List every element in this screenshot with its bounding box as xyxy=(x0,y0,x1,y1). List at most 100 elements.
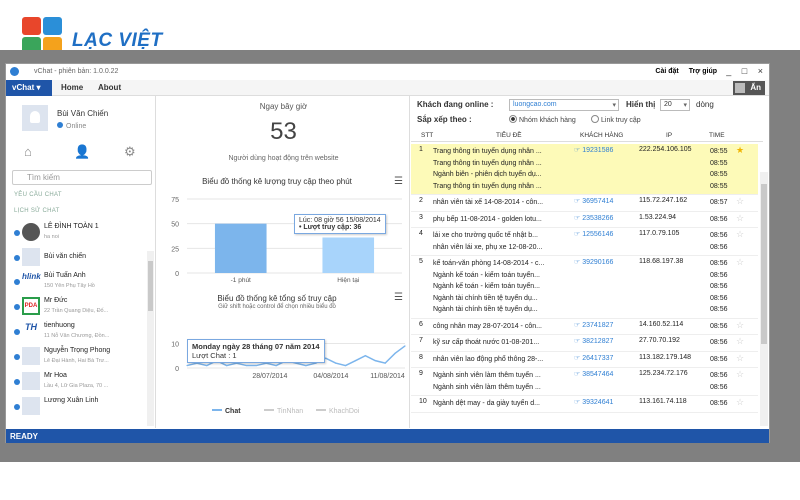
star-icon[interactable]: ☆ xyxy=(736,229,744,240)
customer-id[interactable]: 39324641 xyxy=(582,399,613,406)
contacts-scrollbar[interactable] xyxy=(147,251,154,426)
star-icon[interactable]: ☆ xyxy=(736,196,744,207)
title-line[interactable]: Ngành dệt may - da giày tuyển d... xyxy=(433,398,571,410)
star-icon[interactable]: ☆ xyxy=(736,257,744,268)
star-icon[interactable]: ☆ xyxy=(736,336,744,347)
scroll-thumb[interactable] xyxy=(148,261,153,311)
customer-id[interactable]: 23741827 xyxy=(582,322,613,329)
vchat-menu-button[interactable]: vChat ▾ xyxy=(6,80,52,96)
title-line[interactable]: kỹ sư cấp thoát nước 01-08-201... xyxy=(433,337,571,349)
col-title[interactable]: TIÊU ĐỀ xyxy=(496,132,522,139)
table-row[interactable]: 6 công nhân may 28-07-2014 - côn... 237418… xyxy=(411,319,758,335)
minimize-icon[interactable]: _ xyxy=(726,66,731,76)
cell-customer[interactable]: 19231586 xyxy=(574,146,640,154)
title-line[interactable]: nhân viên lái xe, phụ xe 12-08-20... xyxy=(433,242,571,254)
table-row[interactable]: 10 Ngành dệt may - da giày tuyển d... 3932… xyxy=(411,396,758,413)
customer-id[interactable]: 36957414 xyxy=(582,198,613,205)
star-icon[interactable]: ★ xyxy=(736,145,744,156)
title-line[interactable]: Ngành kế toán - kiểm toán tuyển... xyxy=(433,270,571,282)
title-line[interactable]: công nhân may 28-07-2014 - côn... xyxy=(433,321,571,333)
customer-id[interactable]: 39290166 xyxy=(582,259,613,266)
contact-item[interactable]: Lương Xuân Linh xyxy=(6,394,146,418)
table-row[interactable]: 1 Trang thông tin tuyển dụng nhân ... Tran… xyxy=(411,144,758,195)
scroll-thumb[interactable] xyxy=(761,184,767,344)
cell-customer[interactable]: 23538266 xyxy=(574,214,640,222)
menu-about[interactable]: About xyxy=(98,83,121,92)
star-icon[interactable]: ☆ xyxy=(736,320,744,331)
title-line[interactable]: Trang thông tin tuyển dụng nhân ... xyxy=(433,146,571,158)
title-line[interactable]: phụ bếp 11-08-2014 - golden lotu... xyxy=(433,214,571,226)
customer-id[interactable]: 23538266 xyxy=(582,215,613,222)
data-point xyxy=(186,364,188,367)
add-user-icon[interactable]: 👤 xyxy=(74,144,90,160)
cell-customer[interactable]: 23741827 xyxy=(574,321,640,329)
title-line[interactable]: nhân viên tài xế 14-08-2014 - côn... xyxy=(433,197,571,209)
customer-id[interactable]: 12556146 xyxy=(582,231,613,238)
cell-customer[interactable]: 38212827 xyxy=(574,337,640,345)
title-line[interactable]: nhân viên lao động phổ thông 28-... xyxy=(433,354,571,366)
cell-customer[interactable]: 39290166 xyxy=(574,258,640,266)
contact-item[interactable]: Bùi văn chiến xyxy=(6,245,146,269)
chart2-menu-icon[interactable]: ☰ xyxy=(394,292,403,303)
table-row[interactable]: 8 nhân viên lao động phổ thông 28-... 2641… xyxy=(411,352,758,368)
contact-item[interactable]: Nguyễn Trọng Phong Lê Đại Hành, Hai Bà T… xyxy=(6,344,146,368)
cell-customer[interactable]: 36957414 xyxy=(574,197,640,205)
star-icon[interactable]: ☆ xyxy=(736,353,744,364)
cell-customer[interactable]: 26417337 xyxy=(574,354,640,362)
col-customer[interactable]: KHÁCH HÀNG xyxy=(580,132,623,139)
contact-item[interactable]: TH tienhuong 11 Nỗ Văn Chương, Đồn... xyxy=(6,319,146,343)
menu-home[interactable]: Home xyxy=(61,83,83,92)
cell-customer[interactable]: 12556146 xyxy=(574,230,640,238)
table-row[interactable]: 9 Ngành sinh viên làm thêm tuyển ... Ngành… xyxy=(411,368,758,396)
star-icon[interactable]: ☆ xyxy=(736,369,744,380)
table-row[interactable]: 4 lái xe cho trường quốc tế nhật b... nhân… xyxy=(411,228,758,256)
profile-avatar[interactable] xyxy=(22,105,48,131)
title-line[interactable]: Ngành tài chính tiền tệ tuyển dụ... xyxy=(433,293,571,305)
chart1-menu-icon[interactable]: ☰ xyxy=(394,176,403,187)
star-icon[interactable]: ☆ xyxy=(736,213,744,224)
title-line[interactable]: Ngành biên - phiên dịch tuyển dụ... xyxy=(433,169,571,181)
row-count-select[interactable]: 20 ▾ xyxy=(660,99,690,111)
title-line[interactable]: Ngành tài chính tiền tệ tuyển dụ... xyxy=(433,304,571,316)
hide-button[interactable]: Ẩn xyxy=(733,81,765,95)
col-time[interactable]: TIME xyxy=(709,132,725,139)
profile-status[interactable]: Online xyxy=(57,122,86,130)
customer-id[interactable]: 38547464 xyxy=(582,371,613,378)
search-input[interactable]: Tìm kiếm xyxy=(12,170,152,185)
title-line[interactable]: Trang thông tin tuyển dụng nhân ... xyxy=(433,181,571,193)
customer-id[interactable]: 19231586 xyxy=(582,147,613,154)
table-row[interactable]: 3 phụ bếp 11-08-2014 - golden lotu... 2353… xyxy=(411,212,758,228)
table-row[interactable]: 5 kế toán-văn phòng 14-08-2014 - c... Ngàn… xyxy=(411,256,758,319)
title-line[interactable]: Ngành sinh viên làm thêm tuyển ... xyxy=(433,382,571,394)
star-icon[interactable]: ☆ xyxy=(736,397,744,408)
help-link[interactable]: Trợ giúp xyxy=(689,68,717,75)
home-icon[interactable]: ⌂ xyxy=(24,144,32,159)
table-scrollbar[interactable] xyxy=(760,172,768,426)
title-line[interactable]: Trang thông tin tuyển dụng nhân ... xyxy=(433,158,571,170)
settings-link[interactable]: Cài đặt xyxy=(655,68,678,75)
sort-by-link-radio[interactable]: Link truy cập xyxy=(591,115,641,124)
data-point xyxy=(275,364,277,367)
cell-customer[interactable]: 39324641 xyxy=(574,398,640,406)
table-row[interactable]: 2 nhân viên tài xế 14-08-2014 - côn... 369… xyxy=(411,195,758,212)
cell-title: nhân viên tài xế 14-08-2014 - côn... xyxy=(433,197,571,209)
col-ip[interactable]: IP xyxy=(666,132,672,139)
maximize-icon[interactable]: □ xyxy=(742,66,747,76)
contact-item[interactable]: PDA Mr Đức 22 Trần Quang Diệu, Đố... xyxy=(6,294,146,318)
sort-by-group-radio[interactable]: Nhóm khách hàng xyxy=(509,115,576,124)
website-select[interactable]: luongcao.com ▾ xyxy=(509,99,619,111)
close-icon[interactable]: × xyxy=(758,66,763,76)
cell-customer[interactable]: 38547464 xyxy=(574,370,640,378)
customer-id[interactable]: 38212827 xyxy=(582,338,613,345)
title-line[interactable]: Ngành sinh viên làm thêm tuyển ... xyxy=(433,370,571,382)
customer-id[interactable]: 26417337 xyxy=(582,355,613,362)
title-line[interactable]: Ngành kế toán - kiểm toán tuyển... xyxy=(433,281,571,293)
gear-icon[interactable]: ⚙ xyxy=(124,144,136,160)
col-stt[interactable]: STT xyxy=(421,132,433,139)
contact-item[interactable]: LÊ ĐÌNH TOÀN 1 ha noi xyxy=(6,220,146,244)
title-line[interactable]: lái xe cho trường quốc tế nhật b... xyxy=(433,230,571,242)
contact-item[interactable]: hlink Bùi Tuấn Anh 150 Yên Phụ Tây Hồ xyxy=(6,269,146,293)
table-row[interactable]: 7 kỹ sư cấp thoát nước 01-08-201... 382128… xyxy=(411,335,758,352)
contact-item[interactable]: Mr Hoa Lầu 4, Lữ Gia Plaza, 70 ... xyxy=(6,369,146,393)
title-line[interactable]: kế toán-văn phòng 14-08-2014 - c... xyxy=(433,258,571,270)
